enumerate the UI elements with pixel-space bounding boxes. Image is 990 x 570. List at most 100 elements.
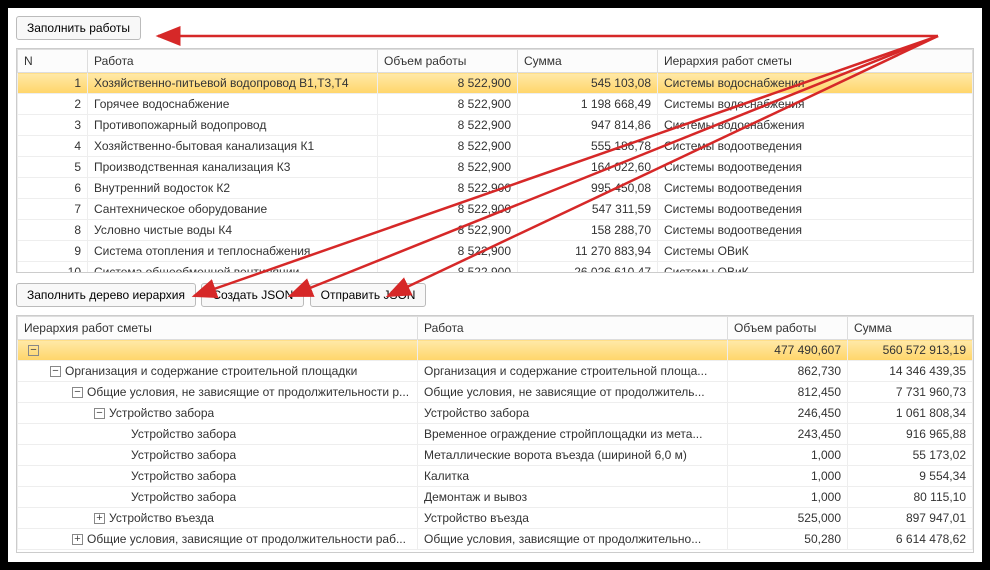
cell-volume: 8 522,900: [378, 73, 518, 94]
cell-tree-label: Устройство забора: [18, 445, 418, 466]
tree-toggle-icon[interactable]: −: [50, 366, 61, 377]
cell-work: Внутренний водосток К2: [88, 178, 378, 199]
cell-work: Система общеобменной вентиляции: [88, 262, 378, 273]
cell-tree-work: Временное ограждение стройплощадки из ме…: [418, 424, 728, 445]
cell-tree-sum: 916 965,88: [848, 424, 973, 445]
cell-n: 4: [18, 136, 88, 157]
cell-hier: Системы водоотведения: [658, 199, 973, 220]
cell-tree-sum: 9 554,34: [848, 466, 973, 487]
cell-hier: Системы водоснабжения: [658, 94, 973, 115]
cell-tree-work: Калитка: [418, 466, 728, 487]
cell-tree-volume: 1,000: [728, 445, 848, 466]
table-row[interactable]: 7Сантехническое оборудование8 522,900547…: [18, 199, 973, 220]
tree-toggle-icon[interactable]: +: [72, 534, 83, 545]
cell-work: Горячее водоснабжение: [88, 94, 378, 115]
tree-row[interactable]: Устройство забора Калитка1,0009 554,34: [18, 466, 973, 487]
tree-toggle-icon[interactable]: −: [28, 345, 39, 356]
table-row[interactable]: 6Внутренний водосток К28 522,900995 450,…: [18, 178, 973, 199]
tree-row[interactable]: Устройство забора Временное ограждение с…: [18, 424, 973, 445]
cell-tree-work: Устройство забора: [418, 403, 728, 424]
tree-toggle-icon[interactable]: −: [72, 387, 83, 398]
cell-tree-volume: 243,450: [728, 424, 848, 445]
cell-tree-sum: 560 572 913,19: [848, 340, 973, 361]
cell-hier: Системы водоотведения: [658, 220, 973, 241]
table-row[interactable]: 9Система отопления и теплоснабжения8 522…: [18, 241, 973, 262]
cell-n: 10: [18, 262, 88, 273]
cell-hier: Системы ОВиК: [658, 262, 973, 273]
cell-sum: 11 270 883,94: [518, 241, 658, 262]
cell-work: Хозяйственно-бытовая канализация К1: [88, 136, 378, 157]
cell-hier: Системы ОВиК: [658, 241, 973, 262]
cell-work: Хозяйственно-питьевой водопровод В1,Т3,Т…: [88, 73, 378, 94]
cell-n: 5: [18, 157, 88, 178]
tree-row[interactable]: + Устройство въезда Устройство въезда525…: [18, 508, 973, 529]
cell-tree-sum: 80 115,10: [848, 487, 973, 508]
tree-toggle-icon[interactable]: +: [94, 513, 105, 524]
tree-row[interactable]: − Общие условия, не зависящие от продолж…: [18, 382, 973, 403]
tree-toggle-icon[interactable]: −: [94, 408, 105, 419]
table-row[interactable]: 5Производственная канализация К38 522,90…: [18, 157, 973, 178]
cell-tree-label: −: [18, 340, 418, 361]
cell-volume: 8 522,900: [378, 178, 518, 199]
cell-tree-work: Демонтаж и вывоз: [418, 487, 728, 508]
tree-row[interactable]: − Устройство забора Устройство забора246…: [18, 403, 973, 424]
fill-tree-button[interactable]: Заполнить дерево иерархия: [16, 283, 196, 307]
cell-volume: 8 522,900: [378, 262, 518, 273]
works-grid: N Работа Объем работы Сумма Иерархия раб…: [16, 48, 974, 273]
cell-tree-label: Устройство забора: [18, 487, 418, 508]
col-tree-work[interactable]: Работа: [418, 317, 728, 340]
col-hierarchy[interactable]: Иерархия работ сметы: [658, 50, 973, 73]
cell-tree-volume: 477 490,607: [728, 340, 848, 361]
cell-volume: 8 522,900: [378, 94, 518, 115]
col-tree-volume[interactable]: Объем работы: [728, 317, 848, 340]
cell-tree-label: + Общие условия, зависящие от продолжите…: [18, 529, 418, 550]
cell-tree-sum: 897 947,01: [848, 508, 973, 529]
cell-tree-work: Общие условия, не зависящие от продолжит…: [418, 382, 728, 403]
cell-tree-sum: 7 731 960,73: [848, 382, 973, 403]
cell-tree-label: Устройство забора: [18, 466, 418, 487]
cell-hier: Системы водоотведения: [658, 136, 973, 157]
table-row[interactable]: 10Система общеобменной вентиляции8 522,9…: [18, 262, 973, 273]
col-tree-hierarchy[interactable]: Иерархия работ сметы: [18, 317, 418, 340]
send-json-button[interactable]: Отправить JSON: [310, 283, 427, 307]
cell-work: Сантехническое оборудование: [88, 199, 378, 220]
cell-hier: Системы водоснабжения: [658, 73, 973, 94]
cell-work: Условно чистые воды К4: [88, 220, 378, 241]
cell-tree-work: [418, 340, 728, 361]
tree-row[interactable]: Устройство забора Металлические ворота в…: [18, 445, 973, 466]
col-sum[interactable]: Сумма: [518, 50, 658, 73]
fill-works-button[interactable]: Заполнить работы: [16, 16, 141, 40]
col-work[interactable]: Работа: [88, 50, 378, 73]
cell-n: 2: [18, 94, 88, 115]
cell-tree-label: + Устройство въезда: [18, 508, 418, 529]
cell-sum: 947 814,86: [518, 115, 658, 136]
cell-tree-work: Организация и содержание строительной пл…: [418, 361, 728, 382]
table-row[interactable]: 8Условно чистые воды К48 522,900158 288,…: [18, 220, 973, 241]
cell-work: Система отопления и теплоснабжения: [88, 241, 378, 262]
cell-n: 1: [18, 73, 88, 94]
cell-n: 6: [18, 178, 88, 199]
table-row[interactable]: 3Противопожарный водопровод8 522,900947 …: [18, 115, 973, 136]
cell-sum: 1 198 668,49: [518, 94, 658, 115]
table-row[interactable]: 2Горячее водоснабжение8 522,9001 198 668…: [18, 94, 973, 115]
cell-tree-volume: 246,450: [728, 403, 848, 424]
cell-n: 8: [18, 220, 88, 241]
tree-row[interactable]: − Организация и содержание строительной …: [18, 361, 973, 382]
cell-tree-volume: 1,000: [728, 466, 848, 487]
col-volume[interactable]: Объем работы: [378, 50, 518, 73]
tree-row[interactable]: Устройство забора Демонтаж и вывоз1,0008…: [18, 487, 973, 508]
create-json-button[interactable]: Создать JSON: [201, 283, 304, 307]
cell-tree-work: Общие условия, зависящие от продолжитель…: [418, 529, 728, 550]
table-row[interactable]: 1Хозяйственно-питьевой водопровод В1,Т3,…: [18, 73, 973, 94]
top-toolbar: Заполнить работы: [16, 16, 974, 46]
cell-volume: 8 522,900: [378, 136, 518, 157]
cell-tree-volume: 1,000: [728, 487, 848, 508]
col-n[interactable]: N: [18, 50, 88, 73]
tree-row[interactable]: + Общие условия, зависящие от продолжите…: [18, 529, 973, 550]
cell-work: Противопожарный водопровод: [88, 115, 378, 136]
cell-tree-sum: 1 061 808,34: [848, 403, 973, 424]
tree-row[interactable]: − 477 490,607560 572 913,19: [18, 340, 973, 361]
table-row[interactable]: 4Хозяйственно-бытовая канализация К18 52…: [18, 136, 973, 157]
col-tree-sum[interactable]: Сумма: [848, 317, 973, 340]
cell-n: 7: [18, 199, 88, 220]
